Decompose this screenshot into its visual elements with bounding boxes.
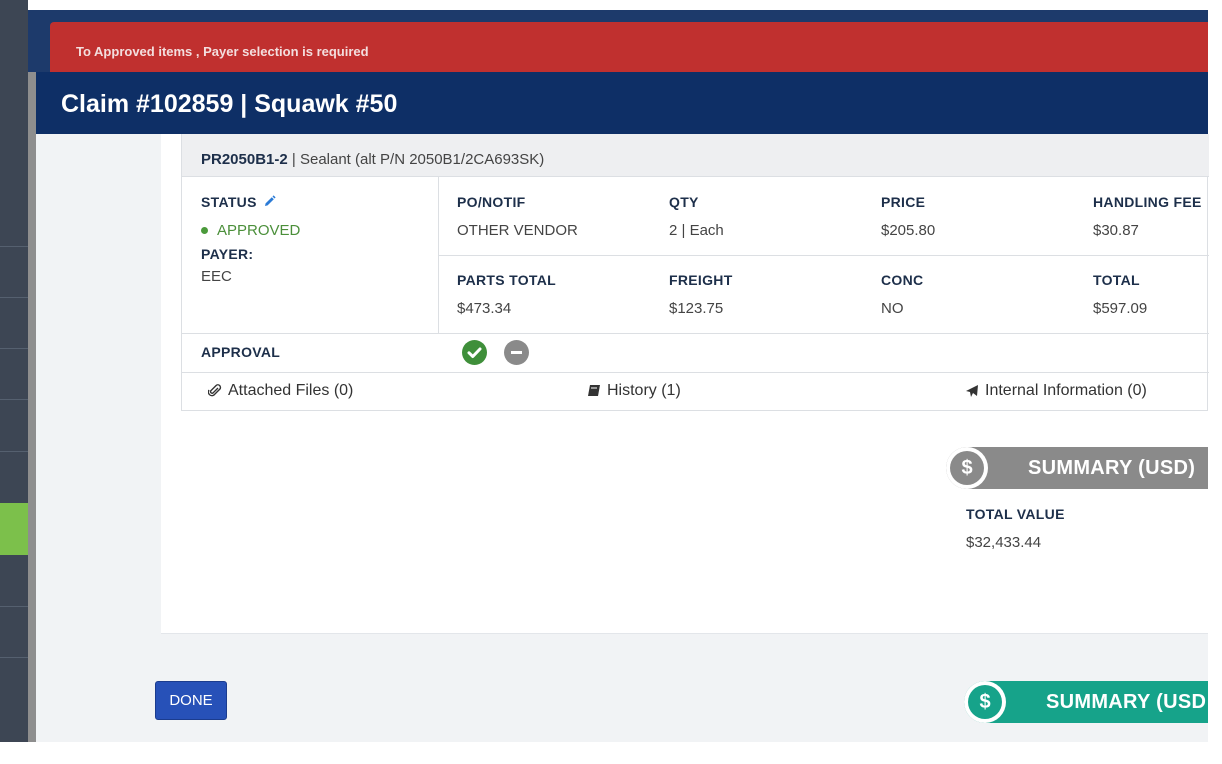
reject-button[interactable] xyxy=(504,340,529,365)
sidebar-divider xyxy=(0,657,28,658)
total-value-label: TOTAL VALUE xyxy=(966,506,1065,522)
sidebar-divider xyxy=(0,297,28,298)
tab-attached-files[interactable]: Attached Files (0) xyxy=(208,382,353,400)
alert-message: To Approved items , Payer selection is r… xyxy=(76,44,369,59)
tab-internal-information[interactable]: Internal Information (0) xyxy=(965,382,1147,400)
check-circle-icon xyxy=(467,347,482,358)
pencil-icon[interactable] xyxy=(263,195,276,211)
tab-internal-information-label: Internal Information (0) xyxy=(985,382,1147,399)
price-label: PRICE xyxy=(881,194,926,210)
status-label-text: STATUS xyxy=(201,194,257,210)
approval-label: APPROVAL xyxy=(201,344,281,360)
part-description: Sealant (alt P/N 2050B1/2CA693SK) xyxy=(299,151,545,168)
qty-label: QTY xyxy=(669,194,699,210)
qty-value: 2 | Each xyxy=(669,222,724,239)
po-notif-label: PO/NOTIF xyxy=(457,194,526,210)
sidebar-divider xyxy=(0,399,28,400)
parts-total-value: $473.34 xyxy=(457,300,512,317)
part-separator: | xyxy=(291,151,296,168)
sidebar-divider xyxy=(0,348,28,349)
modal-title: Claim #102859 | Squawk #50 xyxy=(61,90,398,118)
parts-total-label: PARTS TOTAL xyxy=(457,272,556,288)
handling-fee-label: HANDLING FEE xyxy=(1093,194,1202,210)
part-number: PR2050B1-2 xyxy=(201,151,288,168)
plane-icon xyxy=(966,385,978,397)
total-label: TOTAL xyxy=(1093,272,1140,288)
summary-bottom-title: SUMMARY (USD xyxy=(1046,690,1207,713)
modal-body: PR2050B1-2 | Sealant (alt P/N 2050B1/2CA… xyxy=(36,134,1209,742)
row-divider xyxy=(438,255,1209,256)
price-value: $205.80 xyxy=(881,222,936,239)
status-value-text: APPROVED xyxy=(217,222,301,239)
freight-value: $123.75 xyxy=(669,300,724,317)
minus-circle-icon xyxy=(511,351,522,354)
dollar-coin-icon: $ xyxy=(964,681,1006,723)
conc-label: CONC xyxy=(881,272,924,288)
tab-history[interactable]: History (1) xyxy=(587,382,681,400)
part-header: PR2050B1-2 | Sealant (alt P/N 2050B1/2CA… xyxy=(182,134,1209,177)
tab-history-label: History (1) xyxy=(607,382,681,399)
modal-shadow-edge xyxy=(28,70,36,742)
part-card: PR2050B1-2 | Sealant (alt P/N 2050B1/2CA… xyxy=(181,134,1209,411)
po-notif-value: OTHER VENDOR xyxy=(457,222,578,239)
page-bottom xyxy=(0,742,1222,764)
sidebar-divider xyxy=(0,606,28,607)
book-icon xyxy=(588,385,600,396)
dollar-coin-icon: $ xyxy=(946,447,988,489)
freight-label: FREIGHT xyxy=(669,272,733,288)
total-value-amount: $32,433.44 xyxy=(966,534,1042,551)
status-dot-icon xyxy=(201,226,208,234)
row-divider xyxy=(182,333,1209,334)
handling-fee-value: $30.87 xyxy=(1093,222,1139,239)
summary-title: SUMMARY (USD) xyxy=(1028,456,1196,479)
left-sidebar xyxy=(0,0,28,742)
summary-bottom-header: $ SUMMARY (USD xyxy=(964,681,1208,723)
approve-button[interactable] xyxy=(462,340,487,365)
payer-value[interactable]: EEC xyxy=(201,268,232,285)
row-divider xyxy=(182,372,1209,373)
sidebar-divider xyxy=(0,451,28,452)
status-value: APPROVED xyxy=(201,222,300,239)
total-value: $597.09 xyxy=(1093,300,1148,317)
sidebar-divider xyxy=(0,246,28,247)
modal-header: Claim #102859 | Squawk #50 xyxy=(36,72,1208,134)
done-button[interactable]: DONE xyxy=(155,681,227,720)
status-label: STATUS xyxy=(201,194,276,211)
tab-attached-files-label: Attached Files (0) xyxy=(228,382,354,399)
sidebar-item-active[interactable] xyxy=(0,503,28,555)
conc-value: NO xyxy=(881,300,904,317)
error-alert: To Approved items , Payer selection is r… xyxy=(50,22,1208,74)
payer-label: PAYER: xyxy=(201,246,254,262)
summary-header: $ SUMMARY (USD) xyxy=(946,447,1208,489)
paperclip-icon xyxy=(208,384,222,397)
